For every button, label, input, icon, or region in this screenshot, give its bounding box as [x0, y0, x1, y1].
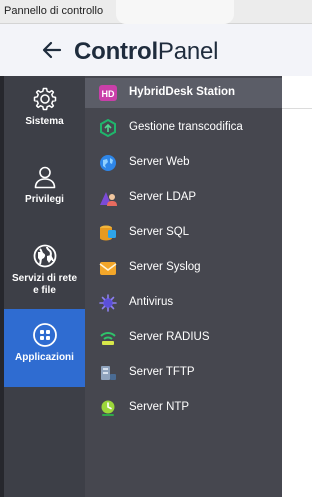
- nav-item-sistema[interactable]: Sistema: [4, 86, 85, 144]
- submenu-item-sql[interactable]: Server SQL: [85, 218, 282, 248]
- web-server-icon: [100, 155, 116, 171]
- main-nav: Sistema Privilegi Servizi di rete e file…: [4, 76, 85, 497]
- submenu-label: Server RADIUS: [129, 331, 210, 343]
- submenu-item-syslog[interactable]: Server Syslog: [85, 253, 282, 283]
- titlebar-tab-shape: [116, 0, 234, 24]
- back-arrow-icon[interactable]: [40, 38, 64, 62]
- brand-light: Panel: [157, 38, 219, 65]
- user-icon: [34, 166, 55, 189]
- sql-icon: [100, 225, 116, 241]
- app-brand: ControlPanel: [74, 38, 219, 66]
- ldap-icon: [100, 192, 117, 206]
- submenu-label: Server Syslog: [129, 261, 201, 273]
- content-divider: [282, 108, 312, 109]
- submenu-label: Server Web: [129, 156, 190, 168]
- window-title: Pannello di controllo: [4, 5, 104, 17]
- submenu-label: Antivirus: [129, 296, 174, 308]
- window-titlebar: Pannello di controllo: [0, 0, 312, 24]
- nav-item-applicazioni[interactable]: Applicazioni: [4, 309, 85, 387]
- submenu-item-tftp[interactable]: Server TFTP: [85, 358, 282, 388]
- tftp-icon: [101, 366, 116, 380]
- brand-bold: Control: [74, 38, 158, 65]
- globe-icon: [33, 244, 56, 268]
- submenu-label: HybridDesk Station: [129, 86, 236, 98]
- submenu-item-server-web[interactable]: Server Web: [85, 148, 282, 178]
- antivirus-icon: [99, 294, 117, 312]
- app-header: ControlPanel: [0, 24, 312, 76]
- nav-item-servizi-rete[interactable]: Servizi di rete e file: [4, 243, 85, 307]
- transcode-icon: [100, 119, 116, 137]
- submenu-item-radius[interactable]: Server RADIUS: [85, 323, 282, 353]
- nav-label-servizi-line1: Servizi di rete: [11, 273, 78, 284]
- nav-label-sistema: Sistema: [25, 116, 64, 127]
- svg-text:HD: HD: [102, 89, 115, 99]
- apps-grid-icon: [32, 323, 57, 347]
- submenu-item-ldap[interactable]: Server LDAP: [85, 183, 282, 213]
- nav-label-servizi-line2: e file: [33, 285, 56, 296]
- submenu-item-transcodifica[interactable]: Gestione transcodifica: [85, 113, 282, 143]
- nav-item-privilegi[interactable]: Privilegi: [4, 164, 85, 222]
- gear-icon: [33, 87, 56, 111]
- ntp-icon: [101, 400, 115, 416]
- nav-label-privilegi: Privilegi: [25, 194, 64, 205]
- submenu-panel: HD HybridDesk Station Gestione transcodi…: [85, 76, 282, 497]
- nav-label-applicazioni: Applicazioni: [15, 352, 74, 363]
- submenu-label: Gestione transcodifica: [129, 121, 243, 133]
- submenu-label: Server LDAP: [129, 191, 197, 203]
- submenu-label: Server TFTP: [129, 366, 195, 378]
- radius-icon: [100, 332, 116, 345]
- submenu-item-hybriddesk[interactable]: HD HybridDesk Station: [85, 78, 282, 108]
- hybriddesk-icon: HD: [99, 85, 117, 101]
- submenu-item-ntp[interactable]: Server NTP: [85, 393, 282, 423]
- submenu-item-antivirus[interactable]: Antivirus: [85, 288, 282, 318]
- syslog-icon: [99, 262, 117, 275]
- submenu-label: Server SQL: [129, 226, 190, 238]
- submenu-label: Server NTP: [129, 401, 190, 413]
